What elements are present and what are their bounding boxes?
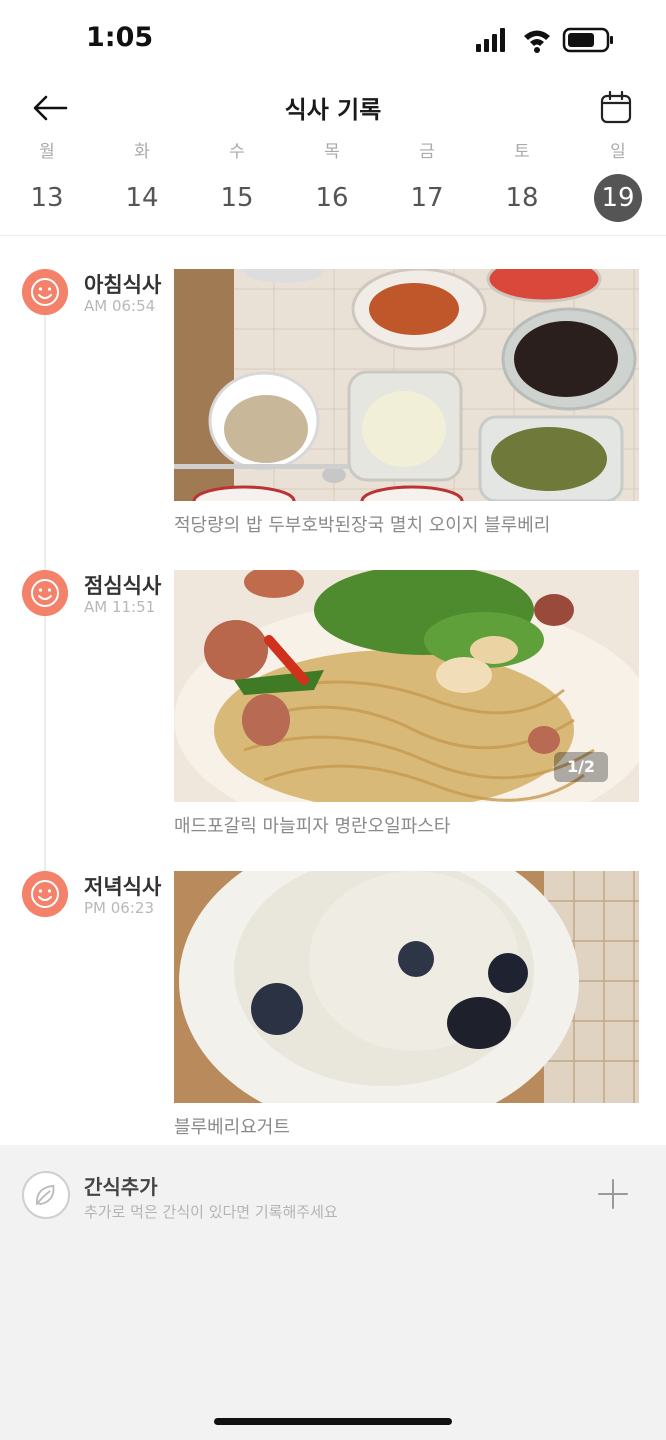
day-date: 16 [315,183,349,213]
meal-time: PM 06:23 [84,899,154,917]
day-wed[interactable]: 수 15 [207,140,267,222]
photo-counter: 1/2 [554,752,608,782]
battery-icon [562,27,613,53]
day-date: 19 [594,174,642,222]
meal-breakfast[interactable]: 아침식사 AM 06:54 적당량의 밥 두부호박된장국 멸치 오이지 블루베리 [0,269,666,549]
meal-caption: 블루베리요거트 [174,1117,290,1138]
breakfast-photo-image [174,269,639,501]
snack-subtitle: 추가로 먹은 간식이 있다면 기록해주세요 [84,1203,338,1221]
day-sun-selected[interactable]: 일 19 [588,140,648,222]
meal-caption: 적당량의 밥 두부호박된장국 멸치 오이지 블루베리 [174,515,551,536]
day-of-week: 수 [229,142,245,162]
header-divider [0,235,666,236]
page-title: 식사 기록 [284,96,382,124]
day-date: 13 [30,183,64,213]
meal-time: AM 11:51 [84,598,156,616]
meal-photo[interactable] [174,871,639,1103]
smile-icon [22,269,68,315]
meal-lunch[interactable]: 점심식사 AM 11:51 1/2 매드포갈릭 마늘피자 명란오일파스타 [0,570,666,850]
day-of-week: 월 [39,142,55,162]
day-thu[interactable]: 목 16 [302,140,362,222]
snack-title: 간식추가 [84,1175,158,1199]
signal-icon [476,28,505,52]
day-date: 18 [505,183,539,213]
day-mon[interactable]: 월 13 [17,140,77,222]
day-of-week: 토 [514,142,530,162]
day-of-week: 일 [610,142,626,162]
wifi-icon [524,30,550,53]
meal-name: 저녁식사 [84,875,162,899]
add-snack-plus-icon[interactable] [598,1179,628,1209]
day-of-week: 금 [419,142,435,162]
meal-name: 아침식사 [84,273,162,297]
smile-icon [22,570,68,616]
status-time: 1:05 [86,22,154,53]
day-sat[interactable]: 토 18 [492,140,552,222]
leaf-icon [22,1171,70,1219]
meal-dinner[interactable]: 저녁식사 PM 06:23 블루베리요거트 [0,871,666,1151]
smile-icon [22,871,68,917]
day-tue[interactable]: 화 14 [112,140,172,222]
day-of-week: 목 [324,142,340,162]
day-date: 17 [410,183,444,213]
meal-photo[interactable] [174,269,639,501]
snack-add-row[interactable]: 간식추가 추가로 먹은 간식이 있다면 기록해주세요 [0,1145,666,1245]
calendar-icon[interactable] [600,90,632,124]
dinner-photo-image [174,871,639,1103]
status-icons [476,27,613,53]
day-date: 15 [220,183,254,213]
meal-name: 점심식사 [84,574,162,598]
day-date: 14 [125,183,159,213]
home-indicator [214,1418,452,1425]
week-strip: 월 13 화 14 수 15 목 16 금 17 토 18 일 19 [0,140,666,232]
meal-caption: 매드포갈릭 마늘피자 명란오일파스타 [174,816,451,837]
meal-photo[interactable]: 1/2 [174,570,639,802]
meal-time: AM 06:54 [84,297,156,315]
day-fri[interactable]: 금 17 [397,140,457,222]
day-of-week: 화 [134,142,150,162]
